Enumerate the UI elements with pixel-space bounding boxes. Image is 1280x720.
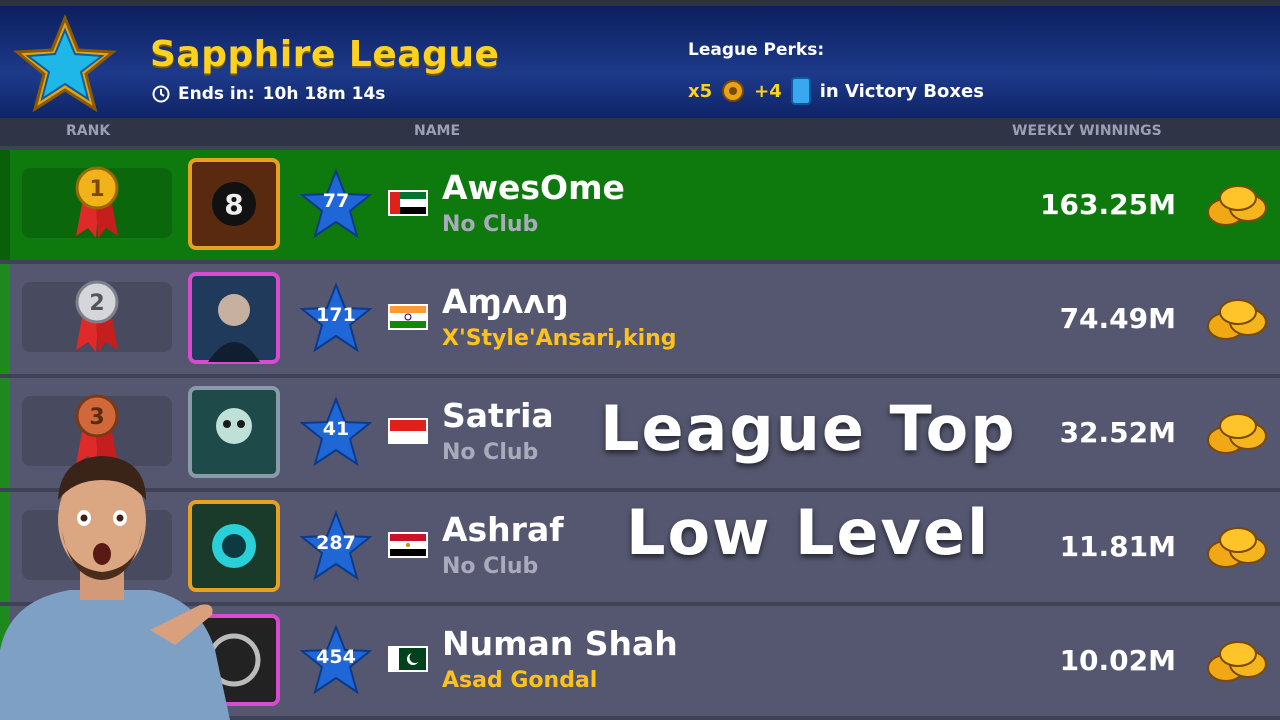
player-club[interactable]: Asad Gondal	[442, 668, 597, 693]
league-header: Sapphire League Ends in: 10h 18m 14s Lea…	[0, 0, 1280, 118]
player-avatar[interactable]: 8	[188, 158, 280, 250]
player-name[interactable]: AwesOme	[442, 168, 625, 207]
ends-label: Ends in:	[178, 84, 255, 104]
flag-india-icon	[388, 304, 428, 330]
weekly-winnings: 11.81M	[1059, 530, 1176, 563]
player-club: No Club	[442, 440, 539, 465]
coins-icon	[1207, 641, 1267, 682]
player-club[interactable]: X'Style'Ansari,king	[442, 326, 677, 351]
league-timer: Ends in: 10h 18m 14s	[152, 84, 385, 104]
perk-suffix: in Victory Boxes	[819, 80, 984, 102]
gold-medal-icon: 1	[75, 166, 119, 238]
flag-indonesia-icon	[388, 418, 428, 444]
column-rank: RANK	[66, 123, 111, 139]
overlay-caption-line-2: Low Level	[626, 496, 991, 569]
svg-text:8: 8	[224, 188, 243, 221]
sapphire-star-badge-icon	[13, 14, 117, 113]
medal-rank-number: 2	[89, 291, 104, 316]
victory-box-icon	[790, 77, 811, 105]
player-club: No Club	[442, 554, 539, 579]
column-headers: RANK NAME WEEKLY WINNINGS	[0, 118, 1280, 146]
coins-icon	[1207, 413, 1267, 454]
column-weekly-winnings: WEEKLY WINNINGS	[1012, 123, 1162, 139]
weekly-winnings: 74.49M	[1059, 302, 1176, 335]
weekly-winnings: 163.25M	[1040, 188, 1176, 221]
perk-cue-multiplier: x5	[688, 80, 713, 102]
player-level: 454	[316, 646, 356, 668]
cue-piece-icon	[722, 80, 745, 102]
column-name: NAME	[414, 123, 461, 139]
medal-rank-number: 1	[89, 177, 104, 202]
ends-value: 10h 18m 14s	[262, 84, 386, 104]
player-club: No Club	[442, 212, 539, 237]
weekly-winnings: 10.02M	[1059, 644, 1176, 677]
player-name[interactable]: Ashraf	[442, 510, 564, 549]
perks-title: League Perks:	[688, 40, 825, 60]
weekly-winnings: 32.52M	[1059, 416, 1176, 449]
leaderboard-row[interactable]: 1 8 77 AwesOme No Club 163.25M	[0, 150, 1280, 260]
coins-icon	[1207, 527, 1267, 568]
silver-medal-icon: 2	[75, 280, 119, 352]
player-name[interactable]: Aɱʌʌŋ	[442, 282, 568, 321]
player-level: 287	[316, 532, 356, 554]
overlay-caption-line-1: League Top	[600, 392, 1017, 465]
league-title: Sapphire League	[150, 34, 500, 75]
flag-uae-icon	[388, 190, 428, 216]
coins-icon	[1207, 185, 1267, 226]
player-level: 41	[322, 418, 350, 440]
flag-egypt-icon	[388, 532, 428, 558]
player-name[interactable]: Numan Shah	[442, 624, 678, 663]
player-avatar[interactable]	[188, 272, 280, 364]
player-name[interactable]: Satria	[442, 396, 554, 435]
clock-icon	[152, 85, 170, 103]
medal-rank-number: 3	[89, 405, 104, 430]
flag-pakistan-icon	[388, 646, 428, 672]
surprised-person-pointing-image	[0, 456, 230, 720]
player-level: 171	[316, 304, 356, 326]
coins-icon	[1207, 299, 1267, 340]
perk-box-bonus: +4	[754, 80, 782, 102]
leaderboard-row[interactable]: 2 171 Aɱʌʌŋ X'Style'Ansari,king 74.49M	[0, 264, 1280, 374]
perks-row: x5 +4 in Victory Boxes	[688, 76, 984, 106]
player-level: 77	[322, 190, 350, 212]
